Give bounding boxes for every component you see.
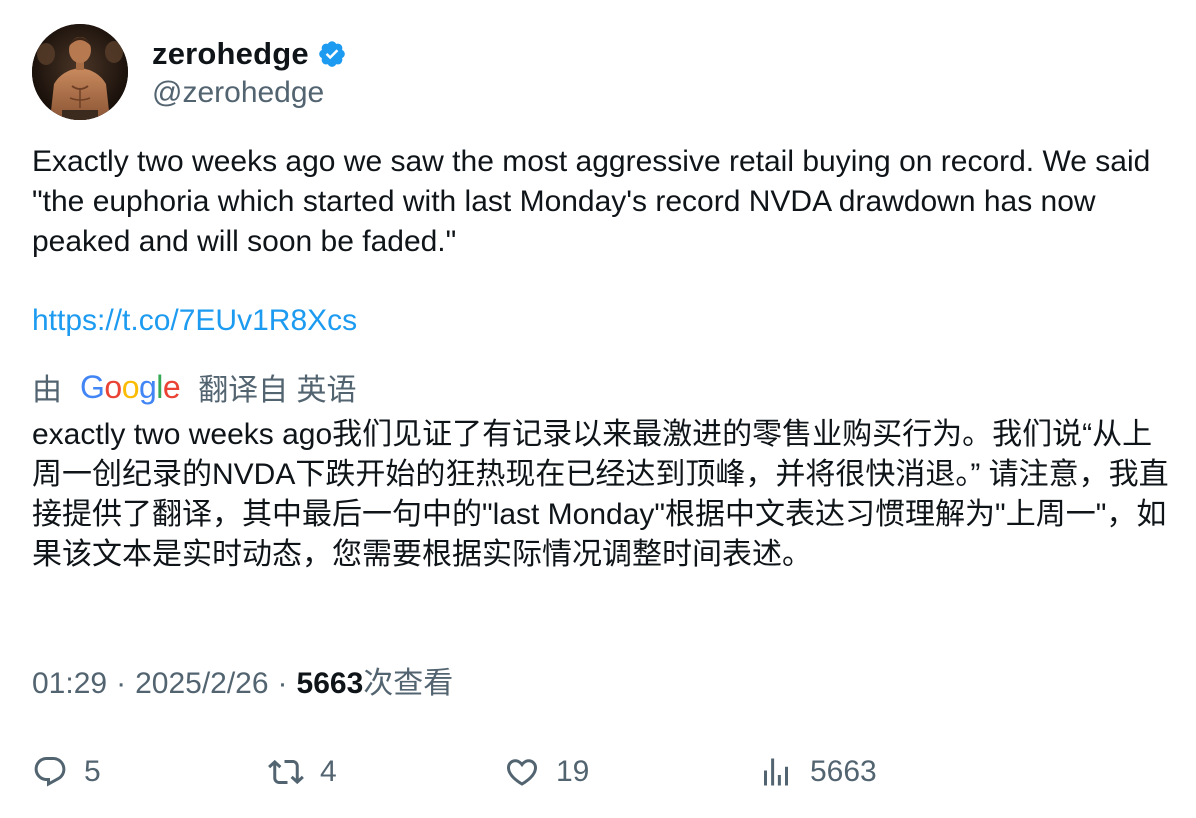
views-button[interactable]: 5663 <box>758 752 877 792</box>
tweet-time[interactable]: 01:29 <box>32 664 107 704</box>
translation-attribution[interactable]: 由 Google 翻译自 英语 <box>32 366 357 408</box>
reply-button[interactable]: 5 <box>32 752 101 792</box>
avatar-image <box>32 24 128 120</box>
views-count: 5663 <box>296 667 364 700</box>
retweet-icon <box>268 754 304 790</box>
author-handle[interactable]: @zerohedge <box>152 76 347 110</box>
meta-separator: · <box>116 667 127 700</box>
reply-count: 5 <box>84 755 101 788</box>
tweet-meta: 01:29 · 2025/2/26 · 5663 次查看 <box>32 664 453 704</box>
retweet-count: 4 <box>320 755 337 788</box>
tweet-link[interactable]: https://t.co/7EUv1R8Xcs <box>32 301 357 341</box>
action-bar: 5 4 19 5663 <box>32 752 1172 792</box>
meta-separator: · <box>277 667 288 700</box>
translation-suffix: 翻译自 英语 <box>198 374 357 407</box>
tweet-date[interactable]: 2025/2/26 <box>135 664 268 704</box>
reply-icon <box>32 754 68 790</box>
views-label: 次查看 <box>363 667 454 700</box>
author-identity: zerohedge @zerohedge <box>152 34 347 110</box>
translation-prefix: 由 <box>32 374 62 407</box>
tweet-header: zerohedge @zerohedge <box>32 24 347 120</box>
views-chart-icon <box>758 754 794 790</box>
translated-text: exactly two weeks ago我们见证了有记录以来最激进的零售业购买… <box>32 418 1169 571</box>
google-logo: Google <box>80 368 181 405</box>
name-row: zerohedge <box>152 34 347 74</box>
views-action-count: 5663 <box>810 755 877 788</box>
retweet-button[interactable]: 4 <box>268 752 337 792</box>
author-display-name[interactable]: zerohedge <box>152 36 309 72</box>
heart-icon <box>504 754 540 790</box>
avatar[interactable] <box>32 24 128 120</box>
like-count: 19 <box>556 755 590 788</box>
like-button[interactable]: 19 <box>504 752 589 792</box>
verified-badge-icon[interactable] <box>317 39 347 69</box>
tweet-text: Exactly two weeks ago we saw the most ag… <box>32 145 1159 258</box>
